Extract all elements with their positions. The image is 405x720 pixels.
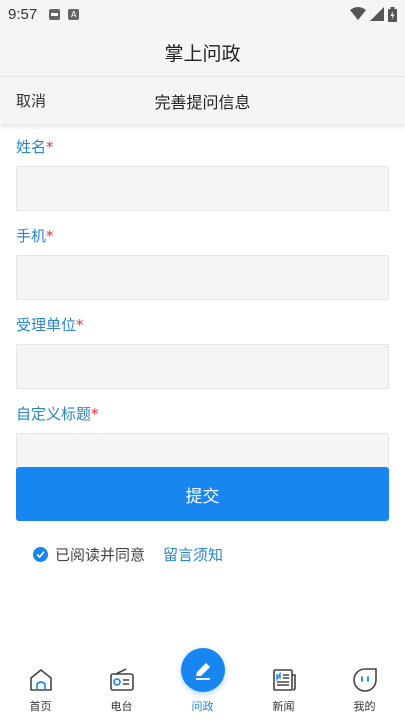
status-right-icons: [350, 6, 397, 22]
agree-text: 已阅读并同意: [55, 545, 146, 564]
check-icon: [36, 550, 45, 558]
status-left-icons: A: [49, 8, 80, 20]
wifi-icon: [350, 7, 366, 20]
question-form: 姓名* 手机* 受理单位* 自定义标题*: [16, 136, 389, 492]
phone-label: 手机*: [16, 227, 54, 245]
department-input[interactable]: [16, 344, 389, 389]
required-mark: *: [76, 316, 84, 334]
notification-icon: [49, 8, 61, 20]
custom-title-label: 自定义标题*: [16, 405, 99, 423]
tab-label: 首页: [29, 700, 52, 713]
tab-news[interactable]: 新闻: [243, 660, 324, 720]
tab-home[interactable]: 首页: [0, 660, 81, 720]
tab-radio[interactable]: 电台: [81, 660, 162, 720]
name-input[interactable]: [16, 166, 389, 211]
name-label: 姓名*: [16, 138, 54, 156]
sub-header: 取消 完善提问信息: [0, 76, 405, 124]
tab-label: 我的: [353, 700, 376, 713]
pen-icon: [180, 648, 225, 692]
agree-checkbox[interactable]: [33, 546, 48, 562]
bottom-tabbar: 首页 电台 问政 新闻 我的: [0, 648, 405, 720]
app-title: 掌上问政: [164, 42, 241, 65]
tab-label: 问政: [191, 700, 214, 713]
submit-button[interactable]: 提交: [16, 467, 389, 521]
page-title: 完善提问信息: [154, 92, 251, 112]
home-icon: [27, 666, 55, 694]
radio-icon: [108, 666, 136, 694]
required-mark: *: [46, 138, 54, 156]
newspaper-icon: [270, 666, 298, 694]
tab-label: 电台: [110, 700, 133, 713]
tab-mine[interactable]: 我的: [324, 660, 405, 720]
department-label: 受理单位*: [16, 316, 84, 334]
agreement-row: 已阅读并同意 留言须知: [33, 543, 223, 565]
face-icon: [351, 666, 379, 694]
required-mark: *: [91, 405, 99, 423]
status-bar: 9:57 A: [0, 0, 405, 28]
required-mark: *: [46, 227, 54, 245]
tab-label: 新闻: [272, 700, 295, 713]
phone-input[interactable]: [16, 255, 389, 300]
battery-icon: [388, 6, 397, 22]
notice-link[interactable]: 留言须知: [163, 544, 223, 565]
cancel-button[interactable]: 取消: [16, 90, 46, 111]
tab-wenzheng[interactable]: 问政: [162, 648, 243, 720]
a-icon: A: [68, 8, 80, 20]
status-time: 9:57: [8, 5, 38, 23]
signal-icon: [370, 7, 384, 21]
app-header: 掌上问政: [0, 28, 405, 76]
